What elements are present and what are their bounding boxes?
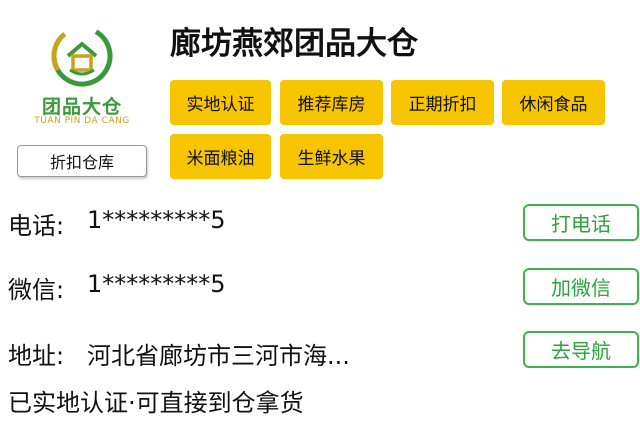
address-label: 地址:	[8, 342, 65, 370]
add-wechat-button[interactable]: 加微信	[523, 268, 639, 305]
call-button[interactable]: 打电话	[523, 204, 639, 241]
logo-text-cn: 团品大仓	[41, 96, 122, 118]
wechat-value: 1*********5	[87, 270, 226, 298]
warehouse-logo-icon	[51, 25, 113, 87]
store-logo: 团品大仓 TUAN PIN DA CANG	[30, 24, 134, 126]
store-title: 廊坊燕郊团品大仓	[170, 26, 418, 62]
tag-grain-oil: 米面粮油	[170, 134, 271, 179]
tag-snacks: 休闲食品	[502, 80, 605, 125]
verification-note: 已实地认证·可直接到仓拿货	[8, 389, 304, 417]
logo-text-en: TUAN PIN DA CANG	[34, 116, 130, 126]
category-badge: 折扣仓库	[17, 145, 147, 177]
tag-fresh-fruit: 生鲜水果	[280, 134, 383, 179]
tag-discount: 正期折扣	[391, 80, 494, 125]
tag-recommended: 推荐库房	[280, 80, 383, 125]
wechat-label: 微信:	[8, 276, 65, 304]
navigate-button[interactable]: 去导航	[523, 331, 639, 368]
phone-value: 1*********5	[87, 206, 226, 234]
address-value: 河北省廊坊市三河市海...	[87, 342, 350, 370]
tag-verified: 实地认证	[170, 80, 271, 125]
phone-label: 电话:	[8, 212, 65, 240]
